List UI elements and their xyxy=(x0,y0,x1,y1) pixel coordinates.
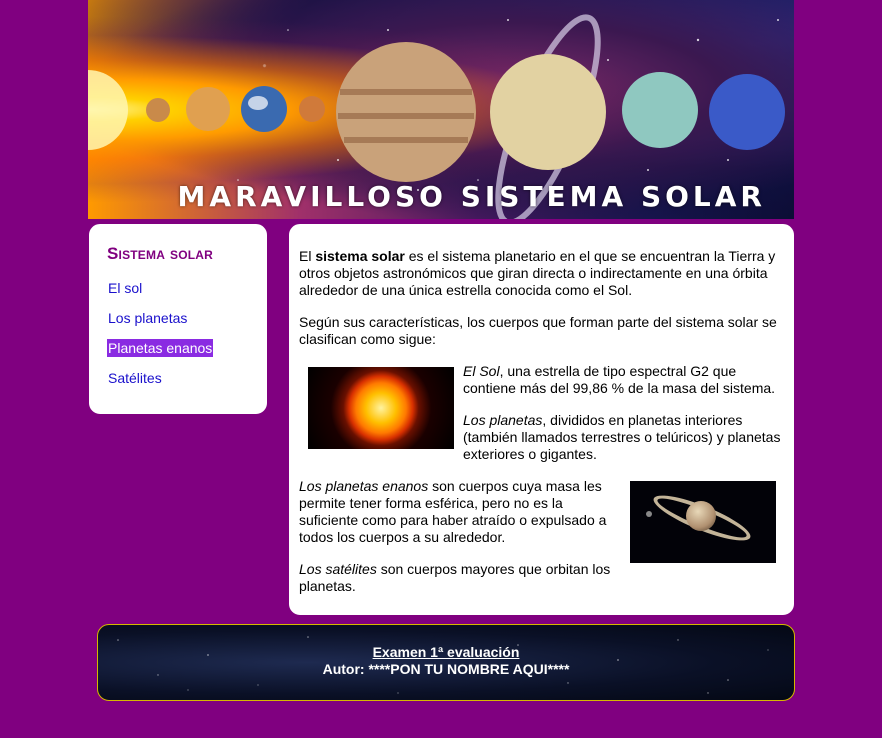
intro-bold-term: sistema solar xyxy=(315,248,405,264)
mars-shape xyxy=(299,96,325,122)
intro-paragraph: El sistema solar es el sistema planetari… xyxy=(299,248,776,298)
mercury-shape xyxy=(146,98,170,122)
main-content: El sistema solar es el sistema planetari… xyxy=(288,223,795,616)
footer: Examen 1ª evaluación Autor: ****PON TU N… xyxy=(97,624,795,701)
header-banner: MARAVILLOSO SISTEMA SOLAR xyxy=(88,0,794,219)
neptune-shape xyxy=(709,74,785,150)
nav-link-los-planetas[interactable]: Los planetas xyxy=(107,309,188,327)
satellites-paragraph: Los satélites son cuerpos mayores que or… xyxy=(299,561,611,594)
sun-shape xyxy=(88,70,128,150)
saturn-image xyxy=(630,481,776,563)
uranus-shape xyxy=(622,72,698,148)
nav-link-planetas-enanos[interactable]: Planetas enanos xyxy=(107,339,214,357)
sidebar-nav: Sistema solar El sol Los planetas Planet… xyxy=(88,223,268,415)
banner-title: MARAVILLOSO SISTEMA SOLAR xyxy=(177,180,766,213)
earth-shape xyxy=(241,86,287,132)
exam-link[interactable]: Examen 1ª evaluación xyxy=(373,644,520,660)
author-text: Autor: ****PON TU NOMBRE AQUI**** xyxy=(322,661,570,677)
sun-image xyxy=(308,367,454,449)
sidebar-title: Sistema solar xyxy=(107,244,213,263)
nav-link-el-sol[interactable]: El sol xyxy=(107,279,143,297)
nav-link-satelites[interactable]: Satélites xyxy=(107,369,163,387)
classification-paragraph: Según sus características, los cuerpos q… xyxy=(299,314,777,347)
venus-shape xyxy=(186,87,230,131)
jupiter-shape xyxy=(336,42,476,182)
saturn-shape xyxy=(490,54,606,170)
